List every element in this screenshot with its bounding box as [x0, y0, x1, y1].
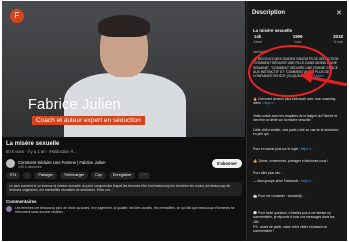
comment-text: Les femmes ont beaucoup plus de choix qu…	[15, 206, 235, 215]
dislike-button[interactable]	[23, 172, 32, 179]
description-text: Pour en savoir plus sur le sujet :	[253, 147, 300, 151]
close-icon[interactable]: ✕	[336, 9, 342, 17]
description-paragraph: Pour en savoir plus sur le sujet : https…	[253, 147, 341, 151]
presenter-hair	[98, 15, 150, 37]
description-link[interactable]: https://...	[301, 179, 314, 183]
stat-value: 1906	[292, 34, 303, 39]
description-link[interactable]: https://...	[301, 147, 314, 151]
comment-item: Les femmes ont beaucoup plus de choix qu…	[6, 206, 242, 220]
stat-value: 2018	[333, 34, 343, 39]
comment-avatar[interactable]	[6, 206, 12, 212]
overlay-subtitle: Coach et auteur expert en séduction	[32, 116, 145, 125]
channel-row: Comment Séduire Une Femme | Fabrice Juli…	[6, 159, 242, 169]
description-panel: Description ✕ La misère sexuelle 14k J'a…	[246, 1, 347, 241]
main-column: F Fabrice Julien Coach et auteur expert …	[2, 1, 245, 241]
stat-value: 14k	[253, 34, 262, 39]
video-player[interactable]: F Fabrice Julien Coach et auteur expert …	[2, 1, 245, 137]
description-text: Cette vidéo inédite, cela parle-t-elle e…	[253, 128, 339, 137]
channel-subscribers: 140 k abonnés	[18, 165, 42, 169]
description-text: 👍 J'aime, commentez, partagez et abonnez…	[253, 159, 329, 163]
video-meta: 50 k vues · il y a 1 an · #séduction #..…	[6, 149, 77, 154]
action-chips: 974 Partager Télécharger Clip Enregistre…	[6, 172, 242, 180]
annotation-arrow-icon	[300, 69, 347, 87]
description-link[interactable]: https://...	[264, 101, 277, 105]
description-paragraph: 🔥 Comment devenir plus séduisant avec mo…	[253, 97, 341, 106]
overlay-name: Fabrice Julien	[28, 97, 122, 113]
like-button[interactable]: 974	[6, 172, 21, 179]
description-text: 📩 Pour me contacter : contact@...	[253, 194, 305, 198]
description-text: Pour aller plus loin :	[253, 171, 282, 175]
panel-video-title: La misère sexuelle	[253, 28, 293, 33]
window: F Fabrice Julien Coach et auteur expert …	[2, 1, 347, 241]
channel-avatar[interactable]	[6, 159, 15, 168]
stat-likes: 14k J'aime	[253, 34, 262, 46]
panel-heading: Description	[252, 10, 286, 16]
download-button[interactable]: Télécharger	[59, 172, 89, 179]
clip-button[interactable]: Clip	[91, 172, 106, 179]
description-text: PS : avant de partir, notez votre vidéo …	[253, 225, 328, 234]
description-text: — Mon groupe privé Facebook :	[253, 179, 301, 183]
description-text: 💬 Pour toute question, n'hésitez pas à m…	[253, 211, 335, 224]
stat-label: Vues	[294, 40, 302, 44]
more-button[interactable]: ···	[138, 172, 151, 179]
stat-label: 11 mai	[333, 40, 343, 44]
description-paragraph: — Mon groupe privé Facebook : https://..…	[253, 179, 341, 183]
stat-label: J'aime	[253, 40, 263, 44]
comments-heading: Commentaires	[6, 199, 37, 204]
description-preview[interactable]: Le plus souvent si on inverse la misère …	[6, 182, 242, 196]
description-text: Vidéo suivie avec les chapitres de la fa…	[253, 114, 338, 123]
channel-watermark-icon: F	[10, 9, 24, 23]
save-button[interactable]: Enregistrer	[108, 172, 136, 179]
video-info: La misère sexuelle 50 k vues · il y a 1 …	[6, 141, 242, 214]
stat-date: 2018 11 mai	[333, 34, 343, 46]
share-button[interactable]: Partager	[34, 172, 57, 179]
subscribe-button[interactable]: S'abonner	[211, 159, 242, 168]
video-title: La misère sexuelle	[6, 141, 60, 147]
